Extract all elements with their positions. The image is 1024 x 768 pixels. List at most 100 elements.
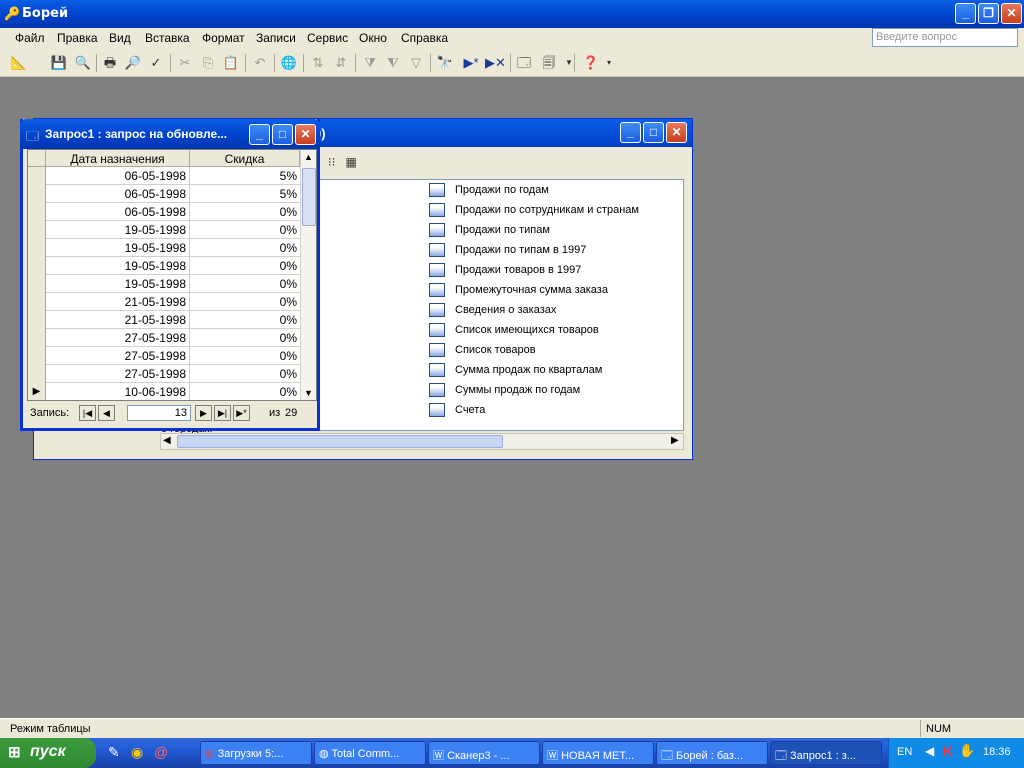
- db-maximize-button[interactable]: □: [643, 122, 664, 143]
- next-record-button[interactable]: ▶: [195, 405, 212, 421]
- cell-discount[interactable]: 0%: [190, 293, 300, 311]
- last-record-button[interactable]: ▶|: [214, 405, 231, 421]
- help-search-input[interactable]: Введите вопрос: [872, 28, 1018, 47]
- dropdown-arrow-icon[interactable]: ▾: [600, 54, 618, 72]
- row-selector[interactable]: ▶: [28, 383, 46, 400]
- menu-records[interactable]: Записи: [256, 31, 296, 45]
- back-arrow-icon[interactable]: ◀: [925, 744, 934, 758]
- sort-ascending-icon[interactable]: ⇅: [309, 54, 327, 72]
- db-close-button[interactable]: ✕: [666, 122, 687, 143]
- prev-record-button[interactable]: ◀: [98, 405, 115, 421]
- row-selector[interactable]: [28, 203, 46, 221]
- table-row[interactable]: 19-05-1998 0%: [28, 257, 300, 275]
- find-icon[interactable]: 🔭: [436, 54, 454, 72]
- cut-icon[interactable]: ✂: [176, 54, 194, 72]
- scroll-thumb[interactable]: [302, 168, 316, 226]
- task-query1[interactable]: 🗔 Запрос1 : з...: [770, 741, 882, 765]
- query-minimize-button[interactable]: _: [249, 124, 270, 145]
- cell-discount[interactable]: 0%: [190, 257, 300, 275]
- table-row[interactable]: 06-05-1998 5%: [28, 167, 300, 185]
- cell-date[interactable]: 06-05-1998: [46, 185, 190, 203]
- language-indicator[interactable]: EN: [897, 746, 912, 758]
- menu-edit[interactable]: Правка: [57, 31, 98, 45]
- vertical-scrollbar[interactable]: ▲ ▼: [300, 150, 316, 400]
- cell-date[interactable]: 10-06-1998: [46, 383, 190, 400]
- task-total-commander[interactable]: ◍ Total Comm...: [314, 741, 426, 765]
- print-icon[interactable]: 🖶: [101, 54, 119, 72]
- menu-insert[interactable]: Вставка: [145, 31, 190, 45]
- kaspersky-icon[interactable]: K: [943, 743, 953, 759]
- scroll-up-icon[interactable]: ▲: [304, 152, 313, 162]
- table-row[interactable]: 27-05-1998 0%: [28, 365, 300, 383]
- list-item[interactable]: Суммы продаж по годам: [429, 380, 689, 400]
- row-selector[interactable]: [28, 275, 46, 293]
- save-icon[interactable]: 💾: [50, 54, 68, 72]
- print-preview-icon[interactable]: 🔎: [124, 54, 142, 72]
- table-row[interactable]: 06-05-1998 0%: [28, 203, 300, 221]
- quicklaunch-mail-icon[interactable]: @: [154, 744, 168, 760]
- cell-discount[interactable]: 0%: [190, 383, 300, 400]
- row-selector[interactable]: [28, 167, 46, 185]
- table-row[interactable]: 27-05-1998 0%: [28, 347, 300, 365]
- cell-discount[interactable]: 0%: [190, 347, 300, 365]
- row-selector[interactable]: [28, 347, 46, 365]
- cell-date[interactable]: 06-05-1998: [46, 203, 190, 221]
- task-new-method[interactable]: 🅆 НОВАЯ МЕТ...: [542, 741, 654, 765]
- sort-descending-icon[interactable]: ⇵: [332, 54, 350, 72]
- list-item[interactable]: Продажи по типам: [429, 220, 689, 240]
- table-row[interactable]: 21-05-1998 0%: [28, 293, 300, 311]
- help-icon[interactable]: ❓: [582, 54, 600, 72]
- file-search-icon[interactable]: 🔍: [74, 54, 92, 72]
- column-header-date[interactable]: Дата назначения: [46, 150, 190, 167]
- table-row[interactable]: ▶ 10-06-1998 0%: [28, 383, 300, 400]
- cell-date[interactable]: 19-05-1998: [46, 221, 190, 239]
- paste-icon[interactable]: 📋: [222, 54, 240, 72]
- menu-service[interactable]: Сервис: [307, 31, 348, 45]
- cell-date[interactable]: 06-05-1998: [46, 167, 190, 185]
- filter-form-icon[interactable]: ⧨: [384, 54, 402, 72]
- cell-date[interactable]: 19-05-1998: [46, 257, 190, 275]
- cell-discount[interactable]: 0%: [190, 239, 300, 257]
- menu-view[interactable]: Вид: [109, 31, 131, 45]
- scroll-down-icon[interactable]: ▼: [304, 388, 313, 398]
- query-window[interactable]: 🗔 Запрос1 : запрос на обновле... _ □ ✕ Д…: [20, 119, 320, 431]
- table-row[interactable]: 27-05-1998 0%: [28, 329, 300, 347]
- minimize-button[interactable]: _: [955, 3, 976, 24]
- cell-date[interactable]: 27-05-1998: [46, 365, 190, 383]
- row-selector[interactable]: [28, 185, 46, 203]
- query-maximize-button[interactable]: □: [272, 124, 293, 145]
- list-item[interactable]: Продажи по типам в 1997: [429, 240, 689, 260]
- row-selector[interactable]: [28, 311, 46, 329]
- cell-discount[interactable]: 0%: [190, 311, 300, 329]
- list-item[interactable]: Продажи товаров в 1997: [429, 260, 689, 280]
- row-selector[interactable]: [28, 239, 46, 257]
- quicklaunch-notepad-icon[interactable]: ✎: [108, 744, 120, 761]
- database-window-icon[interactable]: 🗔: [515, 54, 533, 72]
- cell-date[interactable]: 19-05-1998: [46, 275, 190, 293]
- task-scanner[interactable]: 🅆 Сканер3 - ...: [428, 741, 540, 765]
- filter-selection-icon[interactable]: ⧩: [361, 54, 379, 72]
- quicklaunch-media-icon[interactable]: ◉: [131, 744, 143, 761]
- list-item[interactable]: Счета: [429, 400, 689, 420]
- task-downloads[interactable]: ◎ Загрузки 5:...: [200, 741, 312, 765]
- current-record-input[interactable]: 13: [127, 405, 191, 421]
- table-row[interactable]: 19-05-1998 0%: [28, 275, 300, 293]
- cell-discount[interactable]: 0%: [190, 275, 300, 293]
- cell-discount[interactable]: 0%: [190, 329, 300, 347]
- menu-help[interactable]: Справка: [401, 31, 448, 45]
- list-item[interactable]: Список имеющихся товаров: [429, 320, 689, 340]
- tray-app-icon[interactable]: ✋: [959, 743, 975, 759]
- query-close-button[interactable]: ✕: [295, 124, 316, 145]
- new-record-icon[interactable]: ▶*: [462, 54, 480, 72]
- spelling-icon[interactable]: ✓: [147, 54, 165, 72]
- column-header-discount[interactable]: Скидка: [190, 150, 300, 167]
- row-selector[interactable]: [28, 329, 46, 347]
- row-selector[interactable]: [28, 221, 46, 239]
- new-object-icon[interactable]: 🗐: [540, 54, 558, 72]
- list-item[interactable]: Сведения о заказах: [429, 300, 689, 320]
- list-item[interactable]: Продажи по годам: [429, 180, 689, 200]
- cell-discount[interactable]: 5%: [190, 185, 300, 203]
- cell-discount[interactable]: 0%: [190, 365, 300, 383]
- table-row[interactable]: 06-05-1998 5%: [28, 185, 300, 203]
- hyperlink-icon[interactable]: 🌐: [280, 54, 298, 72]
